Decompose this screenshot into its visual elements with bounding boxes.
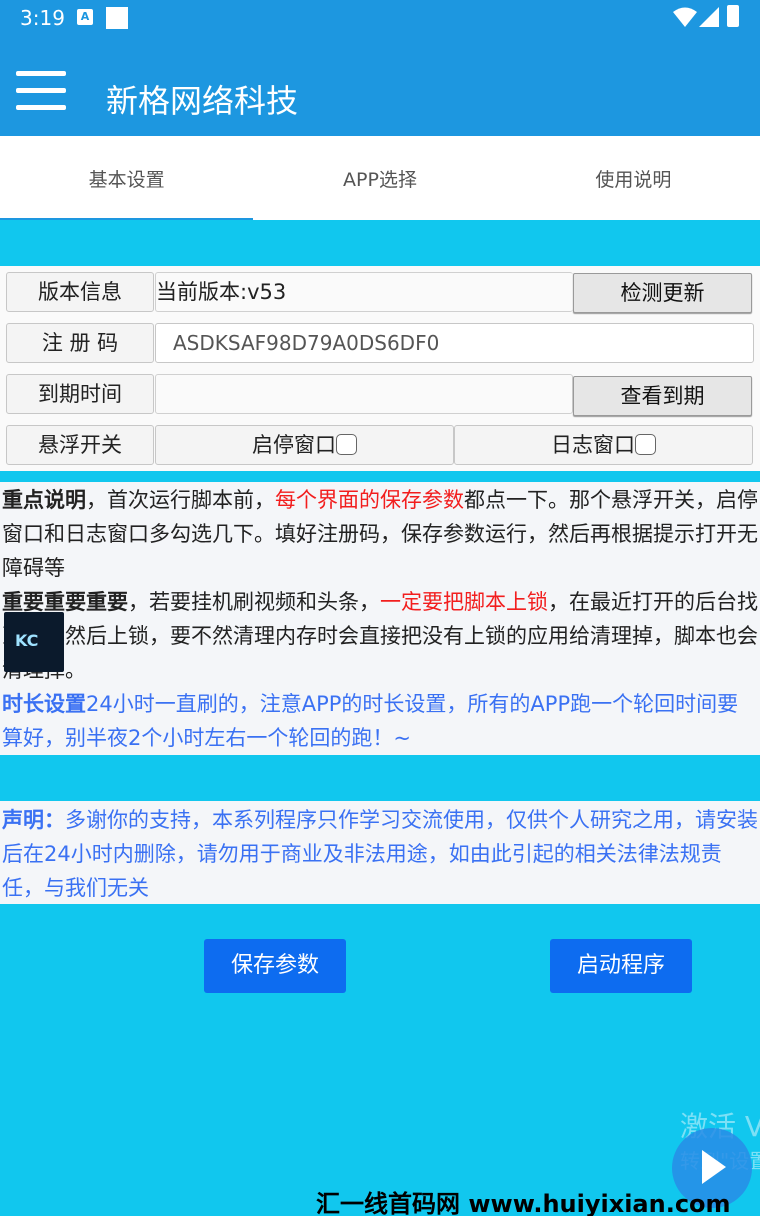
app-bar: 新格网络科技 <box>0 36 760 136</box>
float-row: 悬浮开关 启停窗口 日志窗口 <box>6 425 754 465</box>
log-window-checkbox[interactable] <box>635 434 656 455</box>
note-text: ，若要挂机刷视频和头条， <box>128 590 380 614</box>
tab-basic-settings[interactable]: 基本设置 <box>0 136 254 220</box>
expiry-row: 到期时间 查看到期 <box>6 374 754 416</box>
hamburger-menu-icon[interactable] <box>16 71 68 111</box>
note-text: ，首次运行脚本前， <box>86 488 275 512</box>
wifi-icon <box>673 7 697 27</box>
version-value: 当前版本:v53 <box>155 272 573 312</box>
keyboard-a-icon: A <box>77 9 93 25</box>
version-row: 版本信息 当前版本:v53 检测更新 <box>6 272 754 313</box>
expiry-value <box>155 374 573 414</box>
expiry-label: 到期时间 <box>6 374 154 414</box>
check-update-button[interactable]: 检测更新 <box>573 273 752 313</box>
float-label: 悬浮开关 <box>6 425 154 465</box>
view-expiry-button[interactable]: 查看到期 <box>573 376 752 416</box>
log-window-label: 日志窗口 <box>551 433 635 457</box>
log-window-toggle[interactable]: 日志窗口 <box>454 425 753 465</box>
floating-app-thumbnail[interactable]: KC <box>4 612 64 672</box>
start-stop-window-checkbox[interactable] <box>336 434 357 455</box>
battery-icon <box>727 5 739 27</box>
status-time: 3:19 <box>20 6 65 30</box>
start-program-button[interactable]: 启动程序 <box>550 939 692 993</box>
regcode-input[interactable]: ASDKSAF98D79A0DS6DF0 <box>155 323 754 363</box>
note-red-highlight: 每个界面的保存参数 <box>275 488 464 512</box>
regcode-label: 注 册 码 <box>6 323 154 363</box>
disclaimer-text: 多谢你的支持，本系列程序只作学习交流使用，仅供个人研究之用，请安装后在24小时内… <box>2 808 758 900</box>
tab-app-select[interactable]: APP选择 <box>253 136 506 220</box>
status-bar: 3:19 A <box>0 0 760 36</box>
app-title: 新格网络科技 <box>106 82 299 120</box>
start-stop-window-label: 启停窗口 <box>252 433 336 457</box>
version-label: 版本信息 <box>6 272 154 312</box>
note-text: 24小时一直刷的，注意APP的时长设置，所有的APP跑一个轮回时间要算好，别半夜… <box>2 692 739 750</box>
disclaimer-title: 声明： <box>2 808 65 832</box>
tab-instructions[interactable]: 使用说明 <box>507 136 760 220</box>
disclaimer: 声明：多谢你的支持，本系列程序只作学习交流使用，仅供个人研究之用，请安装后在24… <box>0 801 760 904</box>
kc-logo-icon: KC <box>15 631 39 650</box>
note-important-title: 重要重要重要 <box>2 590 128 614</box>
note-red-highlight: 一定要把脚本上锁 <box>380 590 548 614</box>
note-text-hidden: 理掉 <box>611 624 653 648</box>
cellular-signal-icon <box>699 7 719 27</box>
save-params-button[interactable]: 保存参数 <box>204 939 346 993</box>
note-key-title: 重点说明 <box>2 488 86 512</box>
notification-square-icon <box>106 7 128 29</box>
site-watermark: 汇一线首码网 www.huiyixian.com <box>316 1190 731 1216</box>
start-stop-window-toggle[interactable]: 启停窗口 <box>155 425 454 465</box>
regcode-row: 注 册 码 ASDKSAF98D79A0DS6DF0 <box>6 323 754 363</box>
settings-form: 版本信息 当前版本:v53 检测更新 注 册 码 ASDKSAF98D79A0D… <box>0 266 760 471</box>
note-duration-title: 时长设置 <box>2 692 86 716</box>
tab-bar: 基本设置 APP选择 使用说明 <box>0 136 760 220</box>
note-text-hidden: 后台 <box>695 590 737 614</box>
note-text: ，在最近打开的 <box>548 590 695 614</box>
instructions-notes: 重点说明，首次运行脚本前，每个界面的保存参数都点一下。那个悬浮开关，启停窗口和日… <box>0 482 760 755</box>
